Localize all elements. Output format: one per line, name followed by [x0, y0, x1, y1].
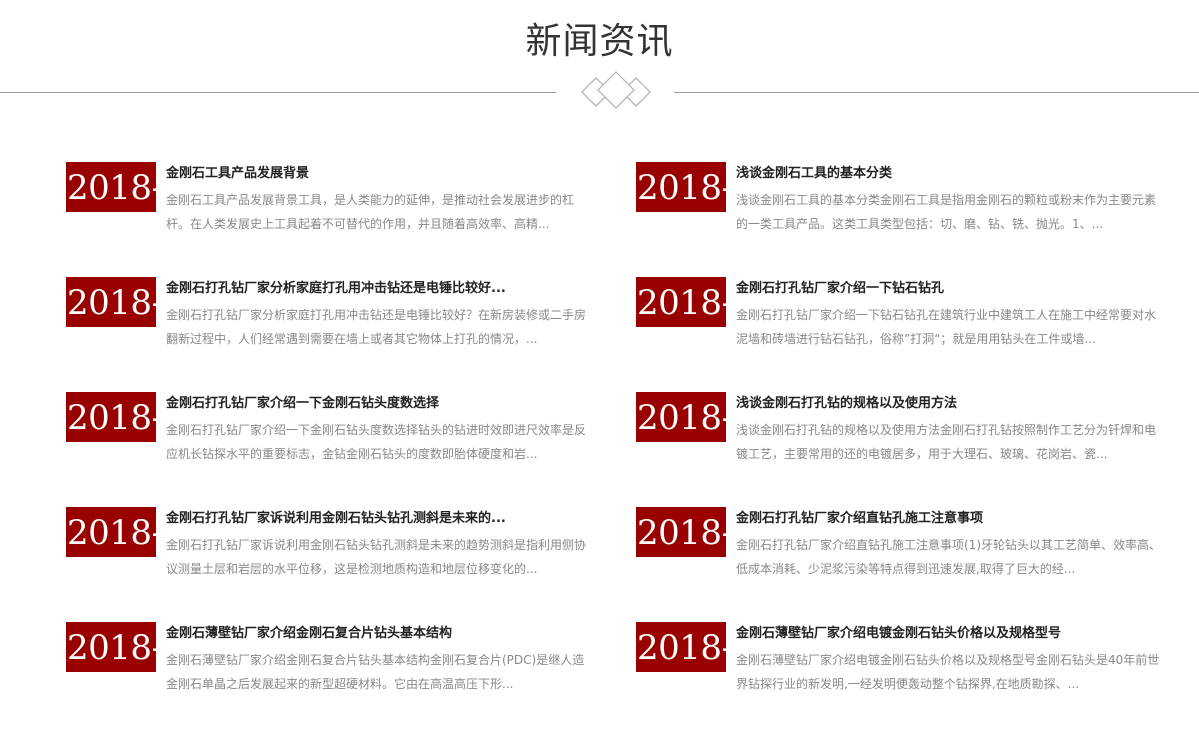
- news-summary: 浅谈金刚石打孔钻的规格以及使用方法金刚石打孔钻按照制作工艺分为钎焊和电镀工艺，主…: [736, 423, 1157, 461]
- date-badge: 2018-: [66, 622, 156, 672]
- news-title-link[interactable]: 金刚石薄壁钻厂家介绍电镀金刚石钻头价格以及规格型号: [736, 624, 1166, 644]
- divider-line-left: [0, 92, 556, 93]
- date-text: 2018-: [637, 283, 726, 323]
- news-item[interactable]: 2018- 金刚石打孔钻厂家介绍一下钻石钻孔 金刚石打孔钻厂家介绍一下钻石钻孔在…: [636, 277, 1156, 367]
- news-title-link[interactable]: 浅谈金刚石打孔钻的规格以及使用方法: [736, 394, 1166, 414]
- date-badge: 2018-: [636, 507, 726, 557]
- date-badge: 2018-: [636, 392, 726, 442]
- news-item[interactable]: 2018- 浅谈金刚石工具的基本分类 浅谈金刚石工具的基本分类金刚石工具是指用金…: [636, 162, 1156, 252]
- news-summary: 金刚石打孔钻厂家分析家庭打孔用冲击钻还是电锤比较好？在新房装修或二手房翻新过程中…: [166, 308, 587, 346]
- news-summary: 金刚石打孔钻厂家诉说利用金刚石钻头钻孔测斜是未来的趋势测斜是指利用侧协议测量土层…: [166, 538, 587, 576]
- diamond-ornament-icon: [581, 71, 651, 109]
- date-text: 2018-: [637, 398, 726, 438]
- news-item[interactable]: 2018- 金刚石打孔钻厂家介绍一下金刚石钻头度数选择 金刚石打孔钻厂家介绍一下…: [66, 392, 586, 482]
- date-text: 2018-: [67, 628, 156, 668]
- news-title-link[interactable]: 浅谈金刚石工具的基本分类: [736, 164, 1166, 184]
- news-title-link[interactable]: 金刚石打孔钻厂家介绍直钻孔施工注意事项: [736, 509, 1166, 529]
- divider-line-right: [674, 92, 1199, 93]
- news-summary: 金刚石工具产品发展背景工具，是人类能力的延伸，是推动社会发展进步的杠杆。在人类发…: [166, 193, 575, 231]
- news-title-link[interactable]: 金刚石薄壁钻厂家介绍金刚石复合片钻头基本结构: [166, 624, 596, 644]
- news-summary: 金刚石薄壁钻厂家介绍电镀金刚石钻头价格以及规格型号金刚石钻头是40年前世界钻探行…: [736, 653, 1160, 691]
- date-badge: 2018-: [636, 277, 726, 327]
- date-text: 2018-: [637, 168, 726, 208]
- title-divider: [0, 71, 1199, 122]
- news-summary: 金刚石打孔钻厂家介绍一下钻石钻孔在建筑行业中建筑工人在施工中经常要对水泥墙和砖墙…: [736, 308, 1157, 346]
- news-item[interactable]: 2018- 金刚石打孔钻厂家分析家庭打孔用冲击钻还是电锤比较好... 金刚石打孔…: [66, 277, 586, 367]
- news-section: 新闻资讯 2018- 金刚石工具产品发展背景 金刚石工具产品发展背景工具，是人类…: [0, 0, 1199, 740]
- news-item[interactable]: 2018- 金刚石打孔钻厂家介绍直钻孔施工注意事项 金刚石打孔钻厂家介绍直钻孔施…: [636, 507, 1161, 597]
- date-text: 2018-: [67, 283, 156, 323]
- news-summary: 浅谈金刚石工具的基本分类金刚石工具是指用金刚石的颗粒或粉末作为主要元素的一类工具…: [736, 193, 1157, 231]
- news-title-link[interactable]: 金刚石工具产品发展背景: [166, 164, 596, 184]
- date-text: 2018-: [67, 398, 156, 438]
- date-badge: 2018-: [66, 392, 156, 442]
- date-text: 2018-: [637, 628, 726, 668]
- date-badge: 2018-: [66, 277, 156, 327]
- news-summary: 金刚石打孔钻厂家介绍直钻孔施工注意事项(1)牙轮钻头以其工艺简单、效率高、低成本…: [736, 538, 1162, 576]
- news-item[interactable]: 2018- 金刚石工具产品发展背景 金刚石工具产品发展背景工具，是人类能力的延伸…: [66, 162, 574, 252]
- date-badge: 2018-: [636, 162, 726, 212]
- news-summary: 金刚石打孔钻厂家介绍一下金刚石钻头度数选择钻头的钻进时效即进尺效率是反应机长钻探…: [166, 423, 587, 461]
- date-badge: 2018-: [66, 507, 156, 557]
- news-summary: 金刚石薄壁钻厂家介绍金刚石复合片钻头基本结构金刚石复合片(PDC)是继人造金刚石…: [166, 653, 585, 691]
- date-text: 2018-: [637, 513, 726, 553]
- news-item[interactable]: 2018- 浅谈金刚石打孔钻的规格以及使用方法 浅谈金刚石打孔钻的规格以及使用方…: [636, 392, 1156, 482]
- news-item[interactable]: 2018- 金刚石薄壁钻厂家介绍电镀金刚石钻头价格以及规格型号 金刚石薄壁钻厂家…: [636, 622, 1159, 712]
- news-title-link[interactable]: 金刚石打孔钻厂家介绍一下钻石钻孔: [736, 279, 1166, 299]
- date-text: 2018-: [67, 513, 156, 553]
- news-title-link[interactable]: 金刚石打孔钻厂家诉说利用金刚石钻头钻孔测斜是未来的...: [166, 509, 596, 529]
- date-badge: 2018-: [636, 622, 726, 672]
- date-badge: 2018-: [66, 162, 156, 212]
- news-item[interactable]: 2018- 金刚石打孔钻厂家诉说利用金刚石钻头钻孔测斜是未来的... 金刚石打孔…: [66, 507, 586, 597]
- section-title: 新闻资讯: [525, 21, 674, 62]
- news-title-link[interactable]: 金刚石打孔钻厂家介绍一下金刚石钻头度数选择: [166, 394, 596, 414]
- date-text: 2018-: [67, 168, 156, 208]
- news-title-link[interactable]: 金刚石打孔钻厂家分析家庭打孔用冲击钻还是电锤比较好...: [166, 279, 596, 299]
- news-item[interactable]: 2018- 金刚石薄壁钻厂家介绍金刚石复合片钻头基本结构 金刚石薄壁钻厂家介绍金…: [66, 622, 584, 712]
